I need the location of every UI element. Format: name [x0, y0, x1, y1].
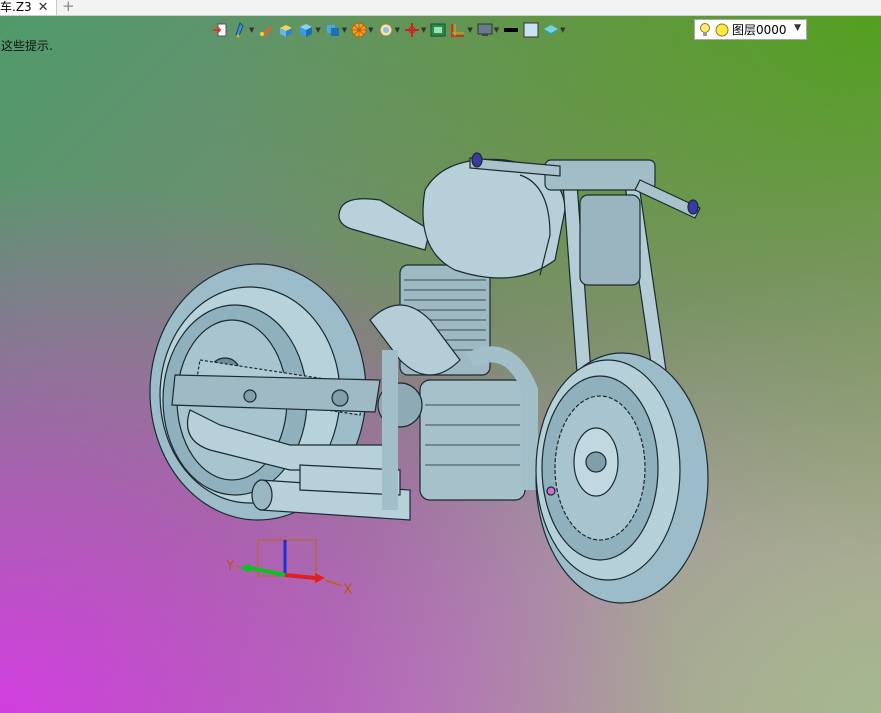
motorcycle-model[interactable]: X Y [0, 0, 881, 713]
front-wheel [535, 352, 709, 604]
axis-x-label: X [343, 582, 353, 598]
fuel-tank [422, 158, 566, 279]
seat [338, 198, 431, 251]
axis-y-label: Y [225, 558, 235, 574]
coordinate-axes: X Y [225, 539, 353, 598]
